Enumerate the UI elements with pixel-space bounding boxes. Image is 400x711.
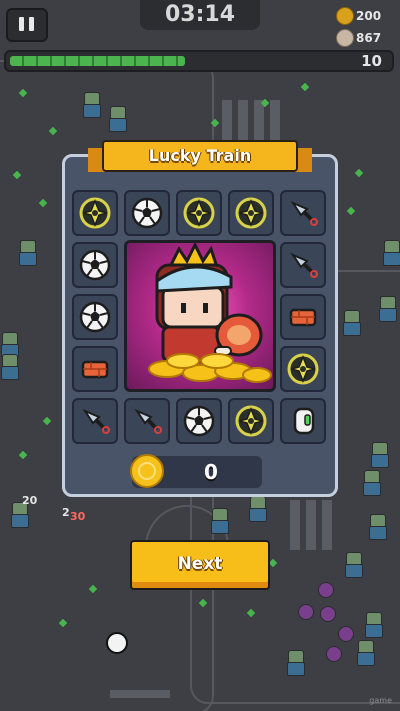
zombie-enemy <box>364 612 383 638</box>
hud-top-bar: 03:14 200 867 <box>0 0 400 47</box>
zombie-enemy <box>248 496 267 522</box>
zombie-enemy <box>378 296 397 322</box>
next-button-label: Next <box>177 554 223 574</box>
crosswalk-stripe <box>222 100 232 140</box>
zombie-enemy <box>18 240 37 266</box>
soccer-ball-icon <box>79 249 111 281</box>
zombie-enemy <box>82 92 101 118</box>
pause-button[interactable] <box>6 8 48 42</box>
zombie-enemy <box>342 310 361 336</box>
reward-slot <box>72 398 118 444</box>
coin-icon <box>130 454 164 488</box>
zombie-enemy <box>356 640 375 666</box>
damage-number: 2 <box>62 506 70 519</box>
xp-progress-bar: 10 <box>4 50 394 72</box>
zombie-enemy <box>382 240 400 266</box>
crosswalk-stripe <box>306 500 316 550</box>
reward-slot <box>228 398 274 444</box>
zombie-enemy <box>370 442 389 468</box>
reward-slot <box>280 190 326 236</box>
crosswalk-stripe <box>322 500 332 550</box>
kill-count: 867 <box>356 31 382 45</box>
kunai-icon <box>290 200 318 226</box>
xp-progress-fill <box>10 56 185 66</box>
reward-slot <box>124 398 170 444</box>
damage-number: 30 <box>70 510 86 523</box>
brick-icon <box>81 360 109 379</box>
reward-slot <box>176 398 222 444</box>
zombie-enemy <box>344 552 363 578</box>
reward-slot <box>280 242 326 288</box>
zombie-enemy <box>286 650 305 676</box>
soccer-ball-icon <box>183 405 215 437</box>
coin-icon <box>336 7 354 25</box>
resource-counters: 200 867 <box>336 6 396 50</box>
soccer-ball-icon <box>79 301 111 333</box>
crosswalk-stripe <box>238 100 248 140</box>
coin-counter: 200 <box>336 6 396 26</box>
fuel-canister-icon <box>293 407 315 435</box>
pause-icon <box>29 17 34 31</box>
reward-slot <box>72 346 118 392</box>
dialog-title: Lucky Train <box>148 146 252 165</box>
reward-slot <box>280 398 326 444</box>
reward-slot <box>72 190 118 236</box>
zombie-enemy <box>0 354 19 380</box>
crosswalk-stripe <box>270 100 280 140</box>
damage-number: 20 <box>22 494 38 507</box>
kunai-icon <box>134 408 162 434</box>
reward-slot <box>280 346 326 392</box>
crosswalk-stripe <box>110 690 170 698</box>
hero-portrait <box>124 240 276 392</box>
xp-gem <box>346 206 356 216</box>
pause-icon <box>19 17 24 31</box>
next-button[interactable]: Next <box>130 540 270 590</box>
shuriken-icon <box>79 197 111 229</box>
soccer-ball-projectile <box>106 632 128 654</box>
level-number: 10 <box>361 52 382 70</box>
xp-gem <box>354 168 364 178</box>
reward-slot <box>72 242 118 288</box>
coin-count: 200 <box>356 9 382 23</box>
zombie-enemy <box>108 106 127 132</box>
spider-enemy <box>326 646 342 662</box>
ribbon-banner: Lucky Train <box>102 140 298 172</box>
reward-slot <box>124 190 170 236</box>
spider-enemy <box>298 604 314 620</box>
shuriken-icon <box>235 405 267 437</box>
watermark: game <box>369 696 392 705</box>
coin-reward-count: 0 <box>204 460 218 484</box>
reward-slot <box>228 190 274 236</box>
shuriken-icon <box>287 353 319 385</box>
kunai-icon <box>290 252 318 278</box>
crosswalk-stripe <box>254 100 264 140</box>
zombie-enemy <box>362 470 381 496</box>
title-ribbon: Lucky Train <box>88 138 312 176</box>
king-character-icon <box>148 243 272 383</box>
reward-slot <box>280 294 326 340</box>
brick-icon <box>289 308 317 327</box>
kunai-icon <box>82 408 110 434</box>
shuriken-icon <box>183 197 215 229</box>
xp-gem <box>300 82 310 92</box>
crosswalk-stripe <box>290 500 300 550</box>
spider-enemy <box>338 626 354 642</box>
spider-enemy <box>318 582 334 598</box>
skull-icon <box>336 29 354 47</box>
zombie-enemy <box>368 514 387 540</box>
kill-counter: 867 <box>336 28 396 48</box>
soccer-ball-icon <box>131 197 163 229</box>
shuriken-icon <box>235 197 267 229</box>
reward-slot <box>176 190 222 236</box>
reward-slot <box>72 294 118 340</box>
spider-enemy <box>320 606 336 622</box>
zombie-enemy <box>210 508 229 534</box>
game-timer: 03:14 <box>140 0 260 30</box>
